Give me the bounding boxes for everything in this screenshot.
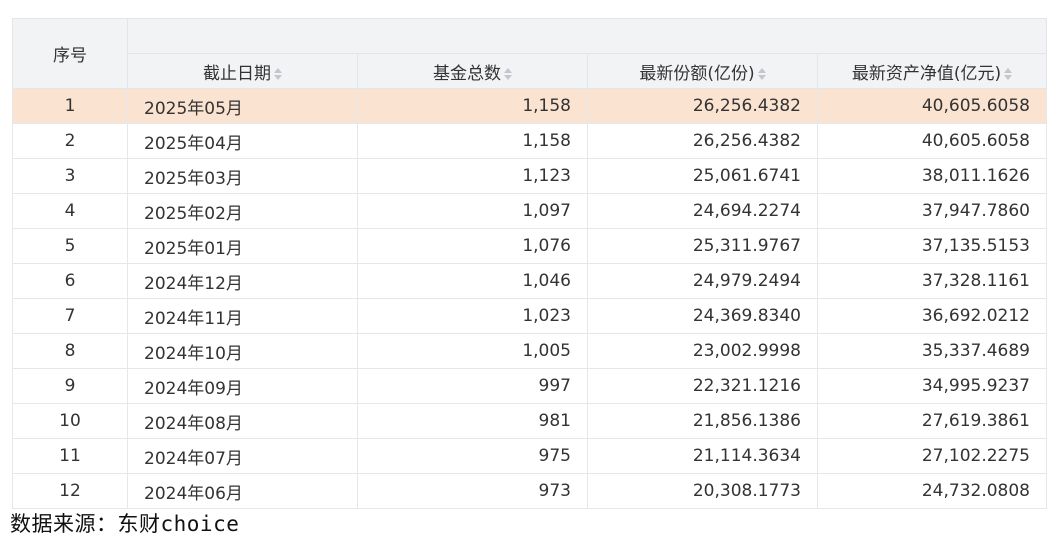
cell-index: 12 — [12, 473, 128, 509]
cell-index: 1 — [12, 88, 128, 124]
cell-date: 2024年12月 — [127, 263, 358, 299]
cell-index: 7 — [12, 298, 128, 334]
cell-latest-nav: 24,732.0808 — [817, 473, 1047, 509]
table-row[interactable]: 11 2024年07月 975 21,114.3634 27,102.2275 — [12, 438, 1047, 474]
table-row[interactable]: 5 2025年01月 1,076 25,311.9767 37,135.5153 — [12, 228, 1047, 264]
table-row[interactable]: 8 2024年10月 1,005 23,002.9998 35,337.4689 — [12, 333, 1047, 369]
table-row[interactable]: 4 2025年02月 1,097 24,694.2274 37,947.7860 — [12, 193, 1047, 229]
cell-latest-share: 25,061.6741 — [587, 158, 818, 194]
column-header-latest-nav-label: 最新资产净值(亿元) — [851, 63, 1002, 84]
cell-date: 2024年06月 — [127, 473, 358, 509]
table-row[interactable]: 1 2025年05月 1,158 26,256.4382 40,605.6058 — [12, 88, 1047, 124]
sort-icon[interactable] — [757, 67, 766, 81]
cell-date: 2024年10月 — [127, 333, 358, 369]
column-header-date[interactable]: 截止日期 — [127, 53, 358, 89]
cell-latest-share: 26,256.4382 — [587, 88, 818, 124]
cell-latest-nav: 38,011.1626 — [817, 158, 1047, 194]
table-header: 序号 截止日期 基金总数 最新份额(亿份) 最新资产净值(亿元) — [12, 18, 1047, 89]
cell-latest-share: 24,369.8340 — [587, 298, 818, 334]
data-source-note: 数据来源：东财choice — [10, 512, 240, 536]
table-row[interactable]: 2 2025年04月 1,158 26,256.4382 40,605.6058 — [12, 123, 1047, 159]
cell-latest-nav: 27,102.2275 — [817, 438, 1047, 474]
cell-fund-count: 1,158 — [357, 88, 588, 124]
sort-icon[interactable] — [504, 67, 512, 81]
cell-index: 5 — [12, 228, 128, 264]
cell-date: 2025年02月 — [127, 193, 358, 229]
cell-latest-nav: 27,619.3861 — [817, 403, 1047, 439]
cell-index: 10 — [12, 403, 128, 439]
cell-fund-count: 1,123 — [357, 158, 588, 194]
table-row[interactable]: 3 2025年03月 1,123 25,061.6741 38,011.1626 — [12, 158, 1047, 194]
cell-latest-nav: 40,605.6058 — [817, 123, 1047, 159]
cell-fund-count: 981 — [357, 403, 588, 439]
table-row[interactable]: 7 2024年11月 1,023 24,369.8340 36,692.0212 — [12, 298, 1047, 334]
column-header-latest-share-label: 最新份额(亿份) — [639, 63, 755, 84]
table-body: 1 2025年05月 1,158 26,256.4382 40,605.6058… — [12, 88, 1047, 509]
cell-date: 2024年11月 — [127, 298, 358, 334]
table-row[interactable]: 10 2024年08月 981 21,856.1386 27,619.3861 — [12, 403, 1047, 439]
cell-latest-nav: 37,947.7860 — [817, 193, 1047, 229]
cell-latest-share: 26,256.4382 — [587, 123, 818, 159]
cell-latest-nav: 37,135.5153 — [817, 228, 1047, 264]
cell-index: 9 — [12, 368, 128, 404]
cell-latest-share: 25,311.9767 — [587, 228, 818, 264]
cell-date: 2025年05月 — [127, 88, 358, 124]
cell-date: 2025年03月 — [127, 158, 358, 194]
sort-icon[interactable] — [1004, 67, 1013, 81]
cell-latest-nav: 37,328.1161 — [817, 263, 1047, 299]
cell-fund-count: 975 — [357, 438, 588, 474]
cell-fund-count: 1,158 — [357, 123, 588, 159]
fund-data-table: 序号 截止日期 基金总数 最新份额(亿份) 最新资产净值(亿元) 1 2025年… — [12, 18, 1047, 509]
column-header-latest-nav[interactable]: 最新资产净值(亿元) — [817, 53, 1047, 89]
cell-fund-count: 1,005 — [357, 333, 588, 369]
cell-latest-share: 21,114.3634 — [587, 438, 818, 474]
column-header-date-label: 截止日期 — [203, 63, 271, 84]
cell-latest-share: 21,856.1386 — [587, 403, 818, 439]
cell-date: 2024年08月 — [127, 403, 358, 439]
cell-date: 2024年09月 — [127, 368, 358, 404]
cell-fund-count: 997 — [357, 368, 588, 404]
cell-fund-count: 1,097 — [357, 193, 588, 229]
cell-latest-nav: 36,692.0212 — [817, 298, 1047, 334]
cell-latest-share: 23,002.9998 — [587, 333, 818, 369]
header-group-band — [127, 18, 1047, 54]
cell-date: 2024年07月 — [127, 438, 358, 474]
cell-date: 2025年01月 — [127, 228, 358, 264]
cell-fund-count: 1,076 — [357, 228, 588, 264]
cell-latest-share: 20,308.1773 — [587, 473, 818, 509]
table-row[interactable]: 9 2024年09月 997 22,321.1216 34,995.9237 — [12, 368, 1047, 404]
cell-fund-count: 973 — [357, 473, 588, 509]
column-header-latest-share[interactable]: 最新份额(亿份) — [587, 53, 818, 89]
cell-latest-nav: 40,605.6058 — [817, 88, 1047, 124]
cell-index: 2 — [12, 123, 128, 159]
table-row[interactable]: 12 2024年06月 973 20,308.1773 24,732.0808 — [12, 473, 1047, 509]
cell-latest-share: 24,694.2274 — [587, 193, 818, 229]
cell-latest-nav: 35,337.4689 — [817, 333, 1047, 369]
cell-fund-count: 1,046 — [357, 263, 588, 299]
cell-index: 8 — [12, 333, 128, 369]
cell-index: 11 — [12, 438, 128, 474]
table-row[interactable]: 6 2024年12月 1,046 24,979.2494 37,328.1161 — [12, 263, 1047, 299]
cell-index: 6 — [12, 263, 128, 299]
sort-icon[interactable] — [274, 67, 282, 81]
column-header-fund-count[interactable]: 基金总数 — [357, 53, 588, 89]
cell-latest-share: 22,321.1216 — [587, 368, 818, 404]
cell-fund-count: 1,023 — [357, 298, 588, 334]
cell-index: 4 — [12, 193, 128, 229]
cell-index: 3 — [12, 158, 128, 194]
column-header-index: 序号 — [12, 18, 128, 89]
cell-latest-share: 24,979.2494 — [587, 263, 818, 299]
column-header-fund-count-label: 基金总数 — [433, 63, 501, 84]
fund-table-container: 序号 截止日期 基金总数 最新份额(亿份) 最新资产净值(亿元) 1 2025年… — [12, 18, 1047, 509]
cell-latest-nav: 34,995.9237 — [817, 368, 1047, 404]
cell-date: 2025年04月 — [127, 123, 358, 159]
